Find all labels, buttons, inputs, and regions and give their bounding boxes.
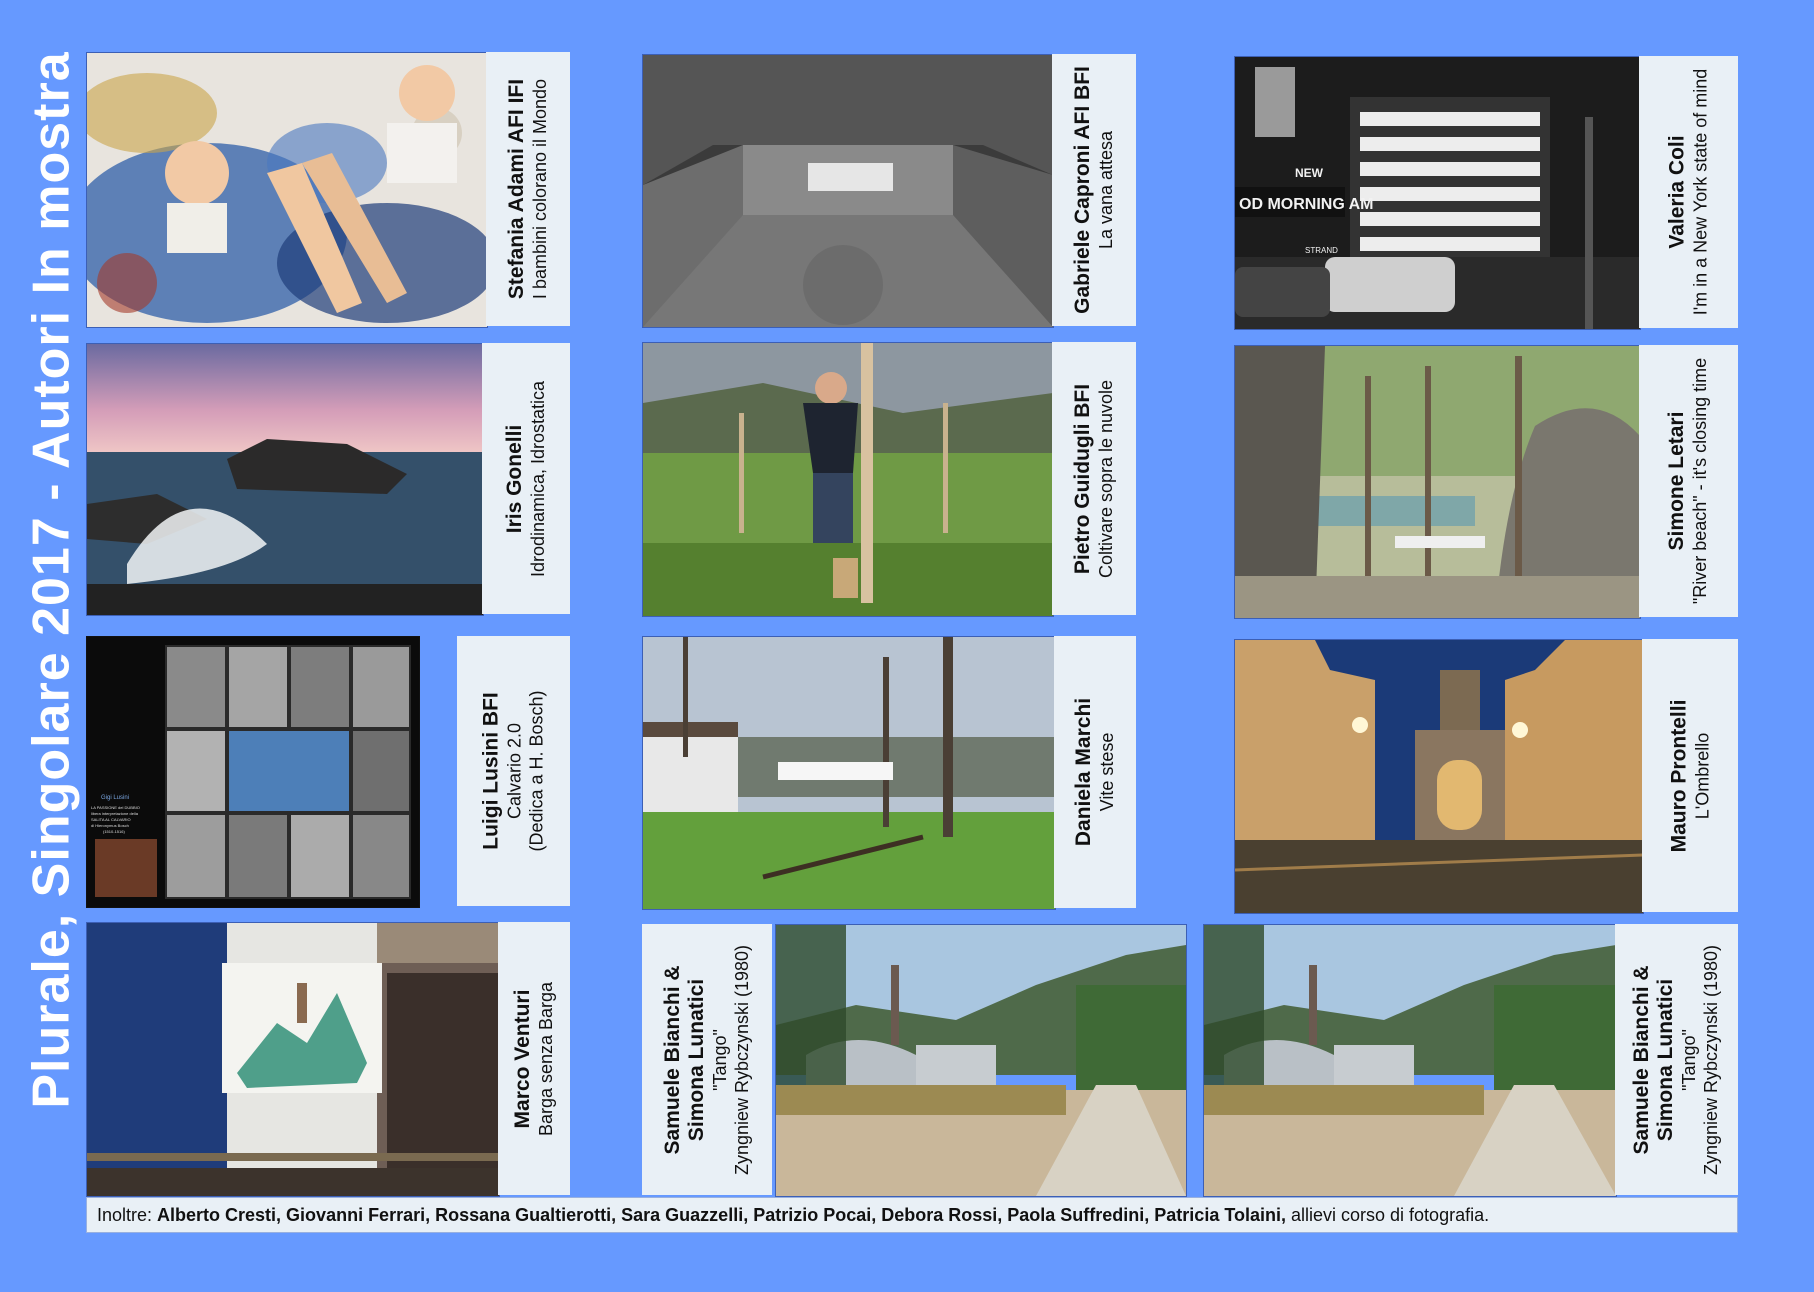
caption-tile-7: Luigi Lusini BFI Calvario 2.0 (Dedica a …: [457, 636, 570, 906]
poster-line-2: libera interpretazione della: [91, 811, 139, 816]
page-title-container: Plurale, Singolare 2017 - Autori In most…: [22, 0, 82, 1160]
photo-ombrello: [1234, 639, 1644, 914]
author-name: Daniela Marchi: [1072, 697, 1096, 847]
work-title: La vana attesa: [1096, 130, 1117, 250]
photo-vineyard-worker: [642, 342, 1054, 617]
caption-tile-5: Pietro Guidugli BFI Coltivare sopra le n…: [1052, 342, 1136, 615]
photo-tango-right: [1203, 924, 1617, 1197]
poster-line-1: LA PASSIONE del DUBBIO: [91, 805, 140, 810]
sign-new: NEW: [1295, 166, 1324, 180]
work-title: I bambini colorano il Mondo: [530, 78, 550, 300]
work-title: "Tango": [1679, 1028, 1700, 1091]
author-name: Mauro Prontelli: [1667, 699, 1691, 852]
caption-tile-9: Mauro Prontelli L'Ombrello: [1642, 639, 1738, 912]
sign-strand: STRAND: [1305, 246, 1338, 255]
work-subtitle: (Dedica a H. Bosch): [526, 690, 547, 852]
author-name: Simone Letari: [1665, 411, 1689, 551]
work-title: "River beach" - it's closing time: [1690, 357, 1711, 605]
photo-river-beach: [1234, 345, 1641, 619]
author-name: Samuele Bianchi &: [661, 964, 684, 1155]
poster-line-4: di Hieronymus Bosch: [91, 823, 129, 828]
caption-tile-12: Samuele Bianchi & Simona Lunatici "Tango…: [1615, 924, 1738, 1195]
footer-names: Alberto Cresti, Giovanni Ferrari, Rossan…: [157, 1205, 1286, 1225]
photo-tango-left: [775, 924, 1187, 1197]
caption-tile-8: Daniela Marchi Vite stese: [1054, 636, 1136, 908]
poster-line-3: SALITA AL CALVARIO: [91, 817, 131, 822]
author-name: Samuele Bianchi &: [1630, 964, 1654, 1155]
poster-line-5: (1510-1516): [103, 829, 125, 834]
work-title: Calvario 2.0: [504, 722, 525, 820]
footer-prefix: Inoltre:: [97, 1205, 158, 1225]
author-name: Gabriele Caproni AFI BFI: [1071, 66, 1095, 314]
caption-tile-1: Stefania Adami AFI IFI I bambini coloran…: [486, 52, 570, 326]
photo-sea-wave: [86, 343, 484, 616]
photo-children-painting: [86, 52, 488, 328]
work-title: Vite stese: [1097, 732, 1118, 812]
caption-tile-4: Iris Gonelli Idrodinamica, Idrostatica: [482, 343, 570, 614]
caption-tile-6: Simone Letari "River beach" - it's closi…: [1639, 345, 1738, 617]
work-title: Barga senza Barga: [536, 981, 557, 1136]
author-name-2: Simona Lunatici: [685, 978, 708, 1141]
footer-credits: Inoltre: Alberto Cresti, Giovanni Ferrar…: [86, 1197, 1738, 1233]
photo-barga: [86, 922, 500, 1197]
sign-good-morning: OD MORNING AM: [1239, 196, 1374, 213]
footer-suffix: allievi corso di fotografia.: [1286, 1205, 1490, 1225]
author-name: Valeria Coli: [1665, 135, 1689, 249]
work-title: I'm in a New York state of mind: [1690, 68, 1711, 316]
author-name: Luigi Lusini BFI: [479, 692, 503, 850]
work-subtitle: Zyngniew Rybczynski (1980): [732, 944, 752, 1175]
photo-vite-stese: [642, 636, 1056, 910]
author-name: Marco Venturi: [511, 989, 535, 1128]
caption-tile-3: Valeria Coli I'm in a New York state of …: [1639, 56, 1738, 328]
photo-bunker: [642, 54, 1054, 328]
author-name: Iris Gonelli: [503, 424, 526, 533]
author-name: Stefania Adami AFI IFI: [505, 78, 528, 300]
work-subtitle: Zyngniew Rybczynski (1980): [1701, 944, 1722, 1175]
work-title: Idrodinamica, Idrostatica: [528, 380, 548, 577]
photo-new-york: OD MORNING AM NEW STRAND: [1234, 56, 1641, 330]
page-title: Plurale, Singolare 2017 - Autori In most…: [23, 51, 81, 1109]
work-title: L'Ombrello: [1692, 732, 1713, 819]
caption-tile-2: Gabriele Caproni AFI BFI La vana attesa: [1052, 54, 1136, 326]
work-title: "Tango": [710, 1028, 730, 1091]
caption-tile-11: Samuele Bianchi & Simona Lunatici "Tango…: [642, 924, 772, 1195]
photo-calvario-poster: Gigi Lusini LA PASSIONE del DUBBIO liber…: [86, 636, 420, 908]
work-title: Coltivare sopra le nuvole: [1096, 379, 1117, 578]
poster-author: Gigi Lusini: [101, 795, 129, 801]
author-name: Pietro Guidugli BFI: [1071, 383, 1095, 574]
author-name-2: Simona Lunatici: [1654, 978, 1678, 1141]
caption-tile-10: Marco Venturi Barga senza Barga: [498, 922, 570, 1195]
